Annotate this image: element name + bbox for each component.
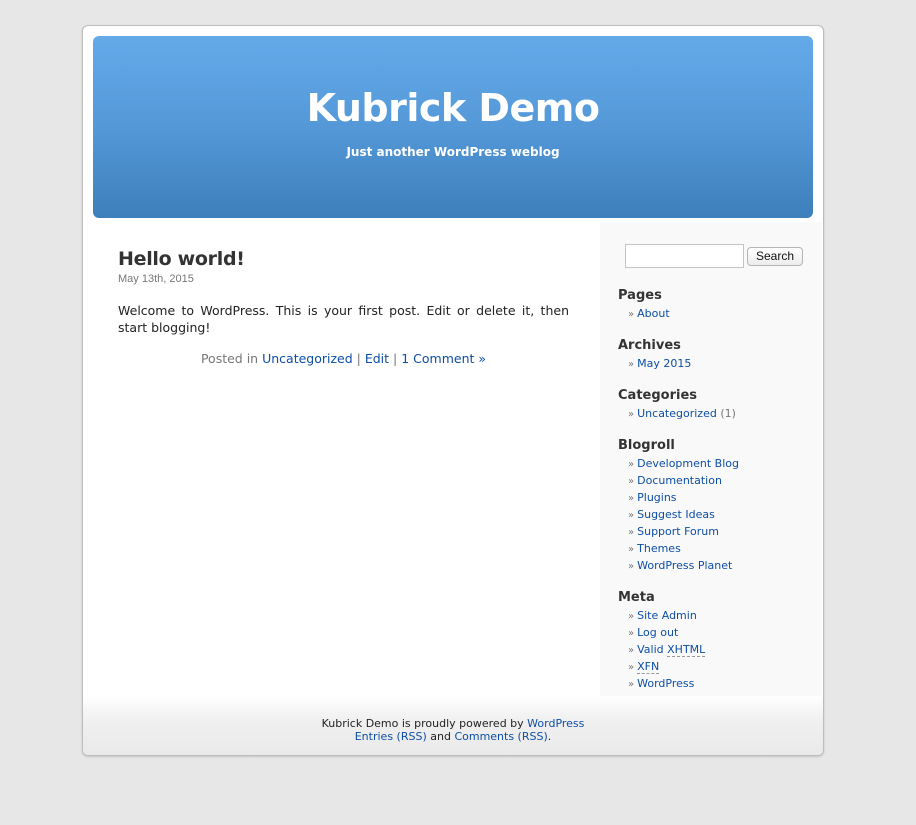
log-out-link[interactable]: Log out [637,626,678,639]
list-item: » Development Blog [618,456,818,473]
list-item: » XFN [618,659,818,676]
comments-link[interactable]: 1 Comment » [401,351,486,366]
post: Hello world! May 13th, 2015 Welcome to W… [118,248,569,366]
category-count: (1) [720,407,736,420]
widget-blogroll: Blogroll » Development Blog » Documentatio… [618,438,818,575]
list-item: » WordPress [618,676,818,693]
bullet-icon: » [628,309,635,320]
archive-link[interactable]: May 2015 [637,357,691,370]
list-item: » Themes [618,541,818,558]
search-form: Search [625,244,804,268]
bullet-icon: » [628,611,635,622]
widget-title: Archives [618,338,681,353]
footer-line-1: Kubrick Demo is proudly powered by WordP… [83,717,823,730]
site-footer: Kubrick Demo is proudly powered by WordP… [83,696,823,755]
footer-and-text: and [430,730,451,743]
bullet-icon: » [628,662,635,673]
footer-powered-text: Kubrick Demo is proudly powered by [321,717,524,730]
blogroll-link-development-blog[interactable]: Development Blog [637,457,739,470]
bullet-icon: » [628,645,635,656]
blogroll-link-documentation[interactable]: Documentation [637,474,722,487]
post-title-link[interactable]: Hello world! [118,248,245,270]
blogroll-link-suggest-ideas[interactable]: Suggest Ideas [637,508,715,521]
list-item: » Log out [618,625,818,642]
widget-archives: Archives » May 2015 [618,338,818,373]
bullet-icon: » [628,527,635,538]
bullet-icon: » [628,510,635,521]
sidebar-widgets: Pages » About Archives » May 2015 Categori… [618,288,818,708]
bullet-icon: » [628,409,635,420]
page-link-about[interactable]: About [637,307,670,320]
list-item: » May 2015 [618,356,818,373]
entries-rss-link[interactable]: Entries (RSS) [355,730,427,743]
post-date: May 13th, 2015 [118,273,194,285]
xfn-abbr: XFN [637,660,660,674]
list-item: » About [618,306,818,323]
xfn-link[interactable]: XFN [637,660,660,674]
footer-wordpress-link[interactable]: WordPress [527,717,584,730]
xhtml-abbr: XHTML [667,643,706,657]
footer-line-2: Entries (RSS) and Comments (RSS). [83,730,823,743]
blogroll-link-support-forum[interactable]: Support Forum [637,525,719,538]
bullet-icon: » [628,628,635,639]
list-item: » Support Forum [618,524,818,541]
widget-title: Pages [618,288,662,303]
site-title[interactable]: Kubrick Demo [93,86,813,130]
blogroll-link-themes[interactable]: Themes [637,542,681,555]
bullet-icon: » [628,359,635,370]
bullet-icon: » [628,459,635,470]
bullet-icon: » [628,476,635,487]
wordpress-link[interactable]: WordPress [637,677,694,690]
posted-in-label: Posted in [200,351,259,366]
bullet-icon: » [628,493,635,504]
valid-label: Valid [637,643,664,656]
post-meta: Posted in Uncategorized | Edit | 1 Comme… [118,351,569,366]
search-button[interactable]: Search [747,246,804,266]
list-item: » Valid XHTML [618,642,818,659]
list-item: » Plugins [618,490,818,507]
blogroll-link-plugins[interactable]: Plugins [637,491,676,504]
widget-title: Blogroll [618,438,675,453]
list-item: » Suggest Ideas [618,507,818,524]
widget-title: Meta [618,590,655,605]
list-item: » Documentation [618,473,818,490]
widget-title: Categories [618,388,698,403]
site-description: Just another WordPress weblog [346,145,560,159]
bullet-icon: » [628,679,635,690]
main-content: Hello world! May 13th, 2015 Welcome to W… [118,248,569,366]
category-link[interactable]: Uncategorized [262,351,353,366]
meta-separator: | [352,351,365,366]
list-item: » Site Admin [618,608,818,625]
list-item: » Uncategorized (1) [618,406,818,423]
search-input[interactable] [625,244,744,268]
bullet-icon: » [628,544,635,555]
comments-rss-link[interactable]: Comments (RSS) [454,730,547,743]
category-link[interactable]: Uncategorized [637,407,717,420]
post-title[interactable]: Hello world! [118,248,569,270]
post-body: Welcome to WordPress. This is your first… [118,303,569,335]
valid-xhtml-link[interactable]: Valid XHTML [637,643,706,657]
site-header: Kubrick Demo Just another WordPress webl… [93,36,813,218]
widget-meta: Meta » Site Admin » Log out » Valid XHTML »… [618,590,818,693]
footer-period: . [547,730,552,743]
edit-link[interactable]: Edit [365,351,389,366]
list-item: » WordPress Planet [618,558,818,575]
site-admin-link[interactable]: Site Admin [637,609,697,622]
bullet-icon: » [628,561,635,572]
blogroll-link-wordpress-planet[interactable]: WordPress Planet [637,559,732,572]
widget-pages: Pages » About [618,288,818,323]
sidebar: Search Pages » About Archives » May 2015 C… [600,222,822,696]
widget-categories: Categories » Uncategorized (1) [618,388,818,423]
meta-separator: | [389,351,402,366]
page-container: Kubrick Demo Just another WordPress webl… [82,25,824,756]
